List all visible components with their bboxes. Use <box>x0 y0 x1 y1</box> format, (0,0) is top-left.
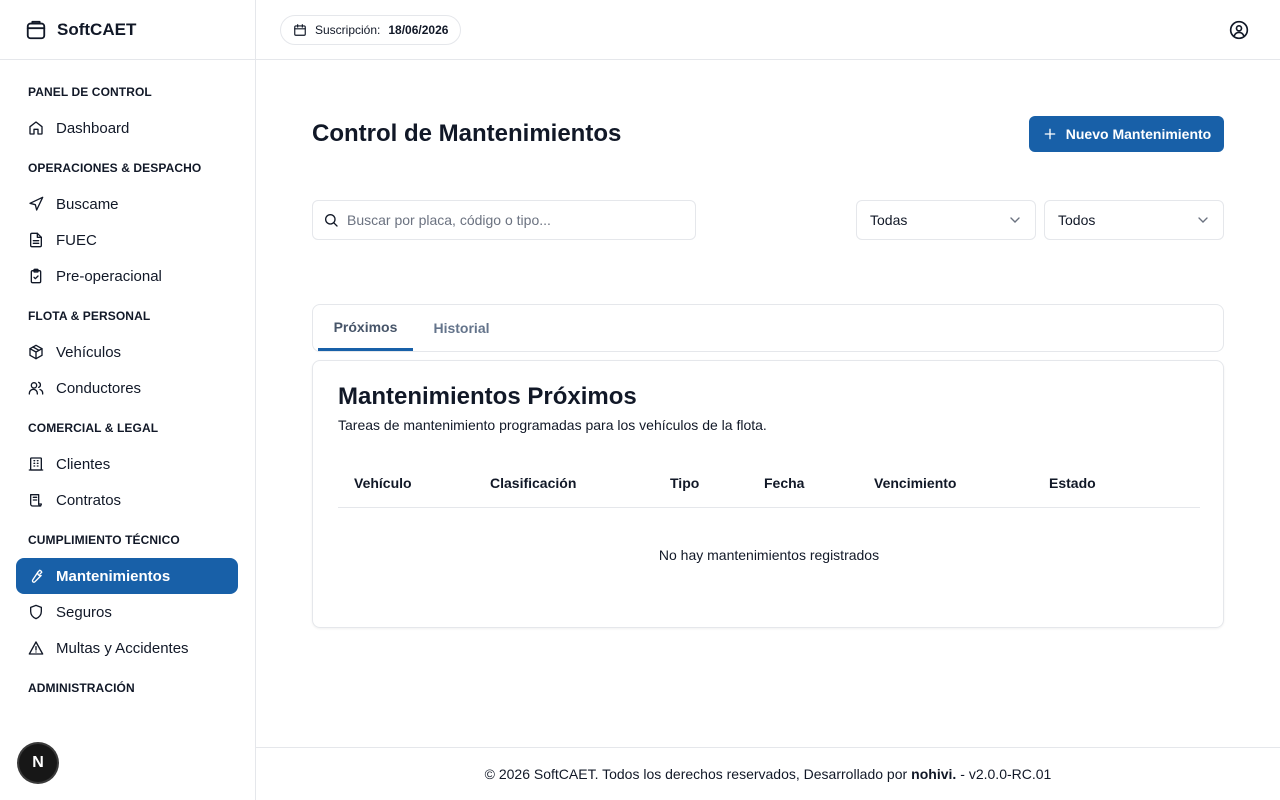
card-description: Tareas de mantenimiento programadas para… <box>338 417 767 433</box>
sidebar-item-label: Buscame <box>56 195 119 213</box>
building-icon <box>28 456 44 472</box>
sidebar-item-label: Vehículos <box>56 343 122 361</box>
sidebar-nav: PANEL DE CONTROL Dashboard OPERACIONES &… <box>0 60 255 696</box>
section-title: ADMINISTRACIÓN <box>28 681 135 695</box>
column-header-vehiculo[interactable]: Vehículo <box>354 475 412 491</box>
clipboard-check-icon <box>28 268 44 284</box>
scroll-icon <box>28 492 44 508</box>
sidebar-item-label: Mantenimientos <box>56 567 171 585</box>
dev-tools-badge[interactable]: N <box>19 744 57 782</box>
nav-section-operaciones: OPERACIONES & DESPACHO Buscame FUEC Pre-… <box>0 160 255 294</box>
section-title: OPERACIONES & DESPACHO <box>28 161 202 175</box>
document-icon <box>28 232 44 248</box>
new-maintenance-button[interactable]: Nuevo Mantenimiento <box>1029 116 1224 152</box>
classification-filter-select[interactable]: Todas <box>856 200 1036 240</box>
topbar: Suscripción: 18/06/2026 <box>256 0 1280 60</box>
sidebar-item-label: Multas y Accidentes <box>56 639 189 657</box>
navigation-icon <box>28 196 44 212</box>
footer-version: - v2.0.0-RC.01 <box>960 766 1052 782</box>
column-header-vencimiento[interactable]: Vencimiento <box>874 475 956 491</box>
sidebar-item-buscame[interactable]: Buscame <box>16 186 238 222</box>
sidebar-item-label: Dashboard <box>56 119 130 137</box>
footer-developer[interactable]: nohivi. <box>911 766 956 782</box>
sidebar: SoftCAET PANEL DE CONTROL Dashboard OPER… <box>0 0 256 800</box>
sidebar-item-pre-operacional[interactable]: Pre-operacional <box>16 258 238 294</box>
section-title: PANEL DE CONTROL <box>28 85 152 99</box>
section-title: COMERCIAL & LEGAL <box>28 421 159 435</box>
classification-filter-value: Todas <box>870 212 908 228</box>
nav-section-cumplimiento: CUMPLIMIENTO TÉCNICO Mantenimientos Segu… <box>0 532 255 666</box>
new-maintenance-label: Nuevo Mantenimiento <box>1065 126 1212 142</box>
section-title: FLOTA & PERSONAL <box>28 309 151 323</box>
empty-state: No hay mantenimientos registrados <box>658 547 880 563</box>
user-menu-button[interactable] <box>1228 19 1250 41</box>
search-box[interactable] <box>312 200 696 240</box>
package-icon <box>28 344 44 360</box>
chevron-down-icon <box>1195 212 1211 228</box>
sidebar-item-dashboard[interactable]: Dashboard <box>16 110 238 146</box>
tabs: Próximos Historial <box>312 304 1224 352</box>
sidebar-item-multas[interactable]: Multas y Accidentes <box>16 630 238 666</box>
chevron-down-icon <box>1007 212 1023 228</box>
sidebar-item-conductores[interactable]: Conductores <box>16 370 238 406</box>
main-content: Control de Mantenimientos Nuevo Mantenim… <box>256 60 1280 748</box>
nav-section-administracion: ADMINISTRACIÓN <box>0 680 255 696</box>
status-filter-value: Todos <box>1058 212 1096 228</box>
sidebar-item-clientes[interactable]: Clientes <box>16 446 238 482</box>
wrench-icon <box>28 568 44 584</box>
status-filter-select[interactable]: Todos <box>1044 200 1224 240</box>
brand-name: SoftCAET <box>57 19 137 39</box>
nav-section-flota: FLOTA & PERSONAL Vehículos Conductores <box>0 308 255 406</box>
column-header-tipo[interactable]: Tipo <box>670 475 699 491</box>
card-title: Mantenimientos Próximos <box>338 383 637 410</box>
calendar-icon <box>293 23 307 37</box>
shield-icon <box>28 604 44 620</box>
users-icon <box>28 380 44 396</box>
brand[interactable]: SoftCAET <box>0 0 255 60</box>
sidebar-item-label: Seguros <box>56 603 112 621</box>
box-icon <box>25 19 47 41</box>
sidebar-item-label: Contratos <box>56 491 122 509</box>
sidebar-item-label: Pre-operacional <box>56 267 162 285</box>
search-icon <box>323 212 339 228</box>
footer: © 2026 SoftCAET. Todos los derechos rese… <box>256 747 1280 800</box>
nav-section-comercial: COMERCIAL & LEGAL Clientes Contratos <box>0 420 255 518</box>
user-circle-icon <box>1229 20 1249 40</box>
sidebar-item-vehiculos[interactable]: Vehículos <box>16 334 238 370</box>
subscription-pill: Suscripción: 18/06/2026 <box>280 15 462 45</box>
footer-text: © 2026 SoftCAET. Todos los derechos rese… <box>484 766 908 782</box>
home-icon <box>28 120 44 136</box>
sidebar-item-label: FUEC <box>56 231 97 249</box>
table-header: Vehículo Clasificación Tipo Fecha Vencim… <box>338 461 1200 508</box>
nav-section-panel: PANEL DE CONTROL Dashboard <box>0 84 255 146</box>
tab-proximos[interactable]: Próximos <box>318 305 413 351</box>
page-title: Control de Mantenimientos <box>312 120 622 147</box>
sidebar-item-seguros[interactable]: Seguros <box>16 594 238 630</box>
maintenance-card: Mantenimientos Próximos Tareas de manten… <box>312 360 1224 628</box>
subscription-label: Suscripción: <box>315 23 381 37</box>
sidebar-item-mantenimientos[interactable]: Mantenimientos <box>16 558 238 594</box>
sidebar-item-fuec[interactable]: FUEC <box>16 222 238 258</box>
plus-icon <box>1042 126 1058 142</box>
tab-historial[interactable]: Historial <box>414 305 509 351</box>
search-input[interactable] <box>347 212 677 228</box>
subscription-date: 18/06/2026 <box>388 23 449 37</box>
column-header-estado[interactable]: Estado <box>1049 475 1096 491</box>
section-title: CUMPLIMIENTO TÉCNICO <box>28 533 180 547</box>
sidebar-item-label: Conductores <box>56 379 142 397</box>
column-header-fecha[interactable]: Fecha <box>764 475 804 491</box>
column-header-clasificacion[interactable]: Clasificación <box>490 475 576 491</box>
alert-triangle-icon <box>28 640 44 656</box>
sidebar-item-label: Clientes <box>56 455 111 473</box>
sidebar-item-contratos[interactable]: Contratos <box>16 482 238 518</box>
